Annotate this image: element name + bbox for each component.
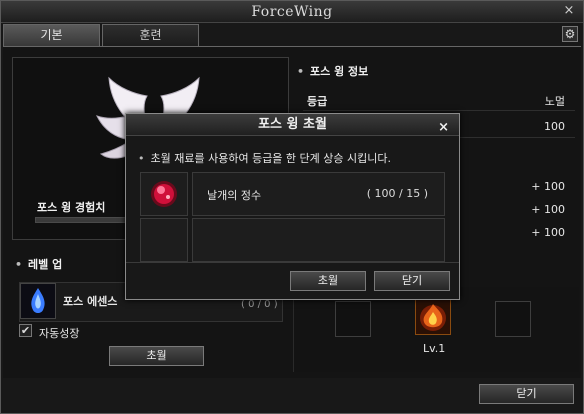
dialog-description: • 초월 재료를 사용하여 등급을 한 단계 상승 시킵니다. [138, 152, 392, 165]
forcewing-window: ForceWing × 기본 훈련 ⚙ 포스 윙 경험치 • 레벨 업 • 포스 윙… [0, 0, 584, 414]
bonus-value-3: + 100 [531, 226, 565, 239]
auto-grow-checkbox[interactable]: ✔ [19, 324, 32, 337]
wing-slot-3[interactable] [495, 301, 531, 337]
grade-value: 노멀 [544, 95, 565, 108]
dialog-title: 포스 윙 초월 [258, 117, 327, 132]
material-count: ( 100 / 15 ) [366, 187, 428, 200]
close-icon[interactable]: × [561, 3, 577, 19]
material-row-empty [140, 218, 445, 262]
grade-row: 등급 노멀 [303, 89, 575, 111]
dialog-title-bar: 포스 윙 초월 × [126, 114, 459, 136]
wing-slot-1[interactable] [335, 301, 371, 337]
material-slot[interactable] [140, 172, 188, 216]
grade-label: 등급 [307, 95, 328, 108]
material-info: 날개의 정수 ( 100 / 15 ) [192, 172, 445, 216]
title-bar: ForceWing × [1, 1, 583, 23]
level-up-header: • 레벨 업 [15, 258, 63, 271]
blue-crystal-icon [31, 288, 45, 313]
transcend-dialog: 포스 윙 초월 × • 초월 재료를 사용하여 등급을 한 단계 상승 시킵니다.… [125, 113, 460, 300]
xp-label: 포스 윙 경험치 [37, 201, 106, 214]
info-row-2-value: 100 [544, 120, 565, 133]
red-orb-icon [151, 181, 177, 207]
info-header: • 포스 윙 정보 [297, 65, 369, 78]
dialog-description-text: 초월 재료를 사용하여 등급을 한 단계 상승 시킵니다. [150, 152, 392, 165]
auto-grow-label: 자동성장 [39, 327, 80, 340]
info-header-label: 포스 윙 정보 [310, 65, 369, 78]
essence-label: 포스 에센스 [63, 295, 118, 308]
essence-count: ( 0 / 0 ) [241, 299, 278, 310]
dialog-upgrade-button[interactable]: 초월 [290, 271, 366, 291]
dialog-close-button[interactable]: 닫기 [374, 271, 450, 291]
slot-level-label: Lv.1 [423, 342, 446, 355]
essence-icon [20, 283, 56, 319]
material-slot-empty[interactable] [140, 218, 188, 262]
close-button[interactable]: 닫기 [479, 384, 574, 404]
bonus-value-2: + 100 [531, 203, 565, 216]
upgrade-button[interactable]: 초월 [109, 346, 204, 366]
window-title: ForceWing [251, 4, 333, 20]
gear-icon[interactable]: ⚙ [562, 26, 578, 42]
fire-icon [420, 304, 446, 331]
level-up-header-label: 레벨 업 [28, 258, 63, 271]
tab-basic[interactable]: 기본 [3, 24, 100, 46]
dialog-divider [126, 262, 459, 263]
dialog-close-icon[interactable]: × [438, 117, 449, 139]
material-name: 날개의 정수 [207, 189, 262, 202]
tab-training[interactable]: 훈련 [102, 24, 199, 46]
bonus-value-1: + 100 [531, 180, 565, 193]
wing-slot-2[interactable] [415, 299, 451, 335]
material-row: 날개의 정수 ( 100 / 15 ) [140, 172, 445, 216]
material-info-empty [192, 218, 445, 262]
